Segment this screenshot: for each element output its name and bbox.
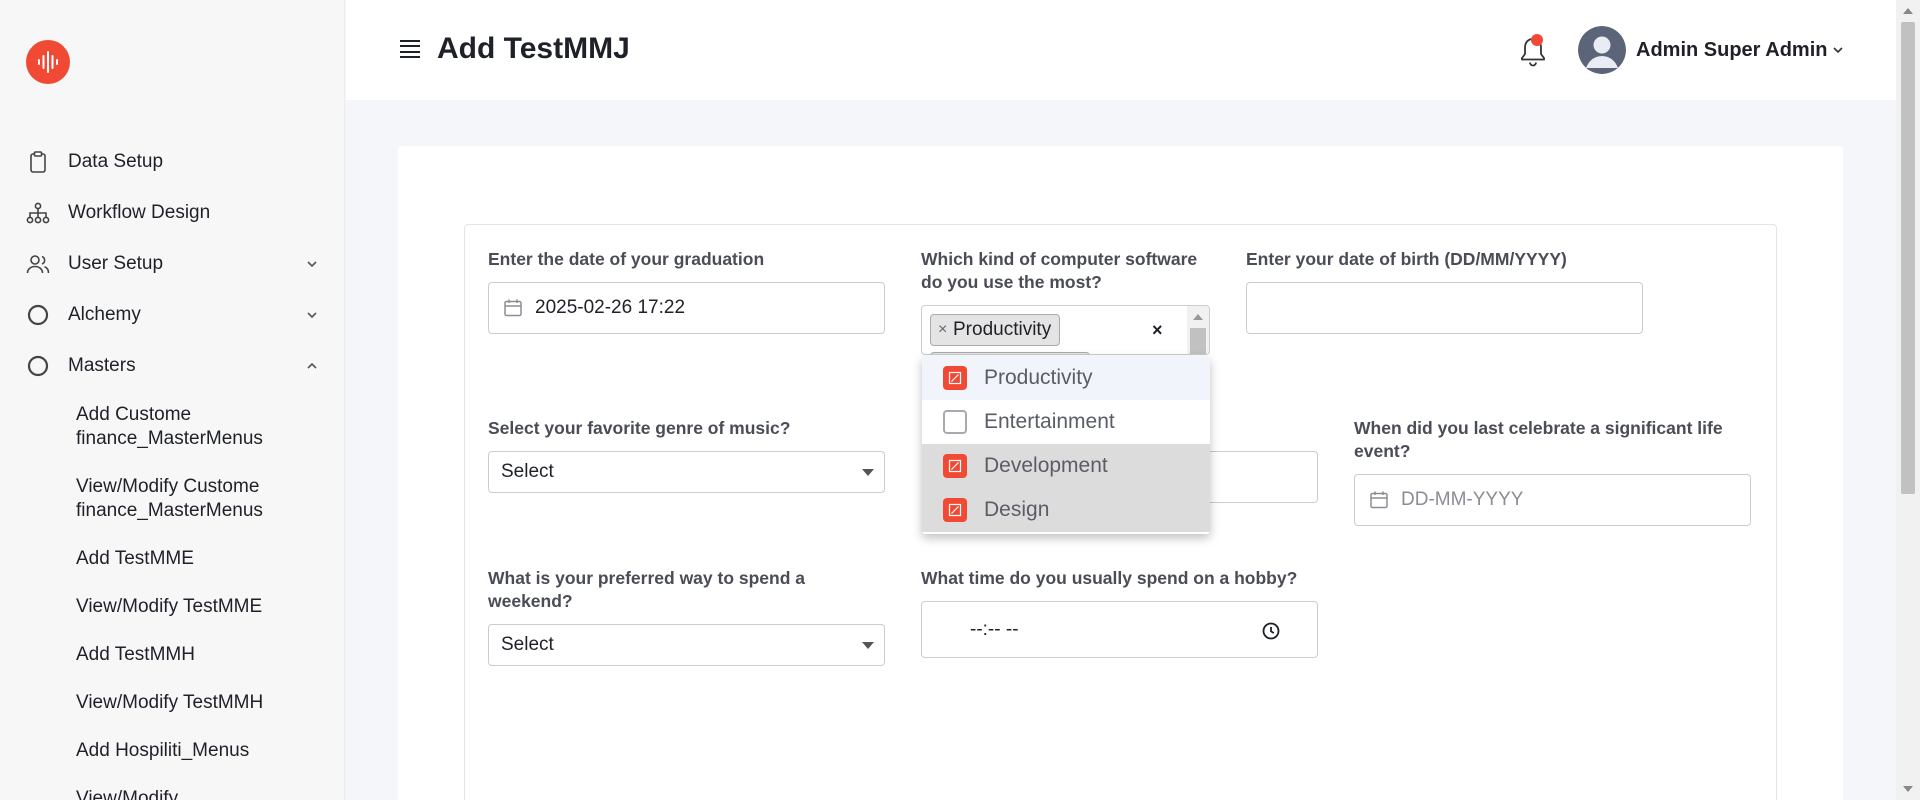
selected-tag[interactable]: [930, 352, 1090, 354]
checkbox-checked-icon[interactable]: [943, 366, 967, 390]
software-options-dropdown: Productivity Entertainment Development D…: [922, 356, 1210, 534]
chevron-down-icon: [307, 260, 317, 267]
sidebar-item-label: Data Setup: [68, 150, 164, 172]
chevron-down-icon: [307, 311, 317, 318]
remove-tag-icon[interactable]: ×: [938, 315, 947, 345]
submenu-item[interactable]: Add Hospiliti_Menus: [76, 727, 344, 775]
graduation-date-input[interactable]: 2025-02-26 17:22: [488, 282, 885, 334]
life-event-date-input[interactable]: DD-MM-YYYY: [1354, 474, 1751, 526]
option-label: Design: [984, 498, 1050, 521]
music-genre-select[interactable]: Select: [488, 451, 885, 493]
hamburger-menu-icon[interactable]: [400, 40, 420, 58]
calendar-icon: [504, 299, 522, 317]
sidebar-item-alchemy[interactable]: Alchemy: [0, 289, 344, 340]
submenu-item[interactable]: Add TestMME: [76, 535, 344, 583]
clock-icon[interactable]: [1261, 621, 1281, 641]
submenu-item[interactable]: Add Custome finance_MasterMenus: [76, 391, 344, 463]
sidebar-item-label: Masters: [68, 354, 136, 376]
scroll-up-arrow-icon[interactable]: [1193, 314, 1203, 320]
sidebar-item-user-setup[interactable]: User Setup: [0, 238, 344, 289]
weekend-select[interactable]: Select: [488, 624, 885, 666]
option-development[interactable]: Development: [922, 444, 1210, 488]
checkbox-checked-icon[interactable]: [943, 498, 967, 522]
sidebar-item-workflow-design[interactable]: Workflow Design: [0, 187, 344, 238]
sidebar-item-data-setup[interactable]: Data Setup: [0, 136, 344, 187]
dob-label: Enter your date of birth (DD/MM/YYYY): [1246, 249, 1567, 269]
checkbox-unchecked-icon[interactable]: [943, 410, 967, 434]
scroll-thumb[interactable]: [1190, 328, 1206, 354]
avatar[interactable]: [1578, 26, 1626, 74]
calendar-icon: [1370, 491, 1388, 509]
chevron-up-icon: [307, 362, 317, 369]
notification-dot: [1531, 34, 1543, 46]
submenu-item[interactable]: Add TestMMH: [76, 631, 344, 679]
submenu-item[interactable]: View/Modify Custome finance_MasterMenus: [76, 463, 344, 535]
users-icon: [26, 252, 50, 276]
weekend-value: Select: [501, 634, 554, 655]
sidebar-item-label: Alchemy: [68, 303, 141, 325]
dropdown-arrow-icon: [862, 642, 874, 649]
hierarchy-icon: [26, 201, 50, 225]
option-label: Entertainment: [984, 410, 1115, 433]
selected-tag-label: Productivity: [953, 319, 1052, 340]
clear-selection-icon[interactable]: ×: [1152, 320, 1163, 341]
option-label: Development: [984, 454, 1108, 477]
circle-icon: [26, 303, 50, 327]
dob-input[interactable]: [1246, 282, 1643, 334]
graduation-date-value: 2025-02-26 17:22: [535, 297, 686, 318]
submenu-item[interactable]: View/Modify: [76, 775, 344, 800]
app-logo[interactable]: [26, 40, 70, 84]
submenu-item[interactable]: View/Modify TestMME: [76, 583, 344, 631]
scroll-up-arrow-icon[interactable]: [1903, 8, 1913, 14]
top-header: Add TestMMJ Admin Super Admin: [346, 0, 1896, 100]
page-title: Add TestMMJ: [437, 32, 630, 65]
option-design[interactable]: Design: [922, 488, 1210, 532]
dropdown-arrow-icon: [862, 469, 874, 476]
software-multiselect[interactable]: × Productivity ×: [921, 305, 1210, 355]
submenu-item[interactable]: View/Modify TestMMH: [76, 679, 344, 727]
hobby-time-value: --:-- --: [970, 618, 1019, 640]
clipboard-icon: [26, 150, 50, 174]
life-event-label: When did you last celebrate a significan…: [1354, 418, 1723, 461]
hobby-time-input[interactable]: --:-- --: [921, 601, 1318, 658]
user-name[interactable]: Admin Super Admin: [1636, 39, 1827, 62]
option-label: Productivity: [984, 366, 1093, 389]
user-avatar-icon: [1578, 26, 1626, 74]
selected-tag[interactable]: × Productivity: [930, 314, 1061, 346]
sidebar-item-masters[interactable]: Masters: [0, 340, 344, 391]
weekend-label: What is your preferred way to spend a we…: [488, 568, 806, 611]
sidebar-item-label: Workflow Design: [68, 201, 211, 223]
music-genre-value: Select: [501, 461, 554, 482]
option-entertainment[interactable]: Entertainment: [922, 400, 1210, 444]
sidebar-item-label: User Setup: [68, 252, 164, 274]
music-genre-label: Select your favorite genre of music?: [488, 418, 791, 438]
life-event-placeholder: DD-MM-YYYY: [1401, 489, 1524, 510]
masters-submenu: Add Custome finance_MasterMenus View/Mod…: [0, 391, 344, 800]
chevron-down-icon[interactable]: [1832, 44, 1844, 56]
scroll-thumb[interactable]: [1901, 22, 1915, 494]
graduation-date-label: Enter the date of your graduation: [488, 249, 765, 269]
soundwave-icon: [38, 51, 58, 73]
checkbox-checked-icon[interactable]: [943, 454, 967, 478]
sidebar: Data Setup Workflow Design User Setup Al…: [0, 0, 345, 800]
page-scrollbar[interactable]: [1896, 0, 1920, 800]
software-label: Which kind of computer software do you u…: [921, 249, 1198, 292]
sidebar-nav: Data Setup Workflow Design User Setup Al…: [0, 136, 344, 800]
hobby-time-label: What time do you usually spend on a hobb…: [921, 568, 1298, 588]
option-productivity[interactable]: Productivity: [922, 356, 1210, 400]
multiselect-scrollbar[interactable]: [1187, 306, 1209, 354]
scroll-down-arrow-icon[interactable]: [1903, 786, 1913, 792]
circle-icon: [26, 354, 50, 378]
